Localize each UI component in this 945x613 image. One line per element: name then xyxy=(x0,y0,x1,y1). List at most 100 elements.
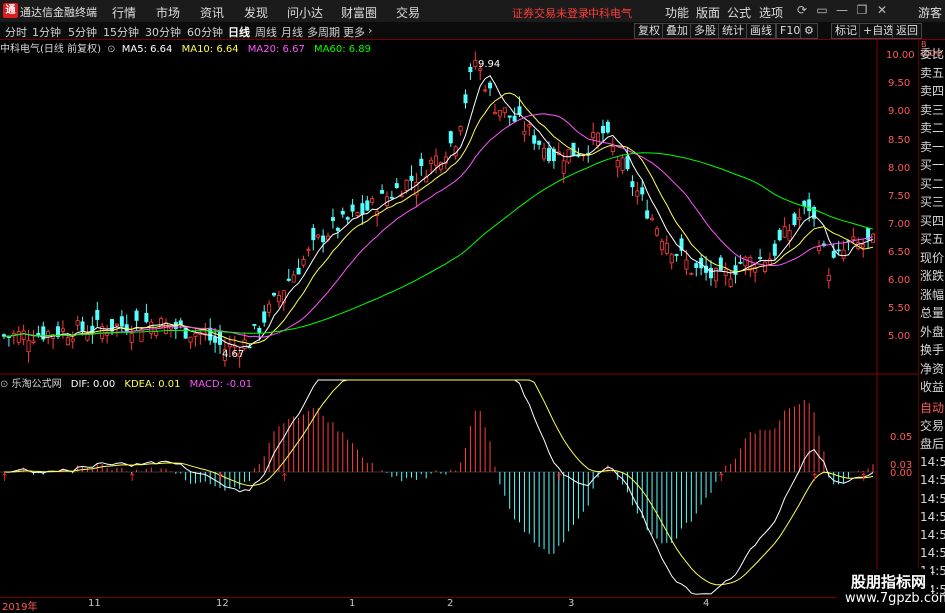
ma60-line xyxy=(3,152,874,337)
maximize-icon[interactable]: — xyxy=(834,2,850,18)
candle-body xyxy=(664,242,669,254)
signal-arrow-icon: ↑ xyxy=(859,471,868,484)
candle-body xyxy=(262,311,267,323)
candle-body xyxy=(777,229,782,241)
panel-label: 卖一 xyxy=(920,139,945,154)
close-icon[interactable]: ✕ xyxy=(874,2,890,18)
menu-ask[interactable]: 问小达 xyxy=(287,4,323,21)
app-title: 通达信金融终端 xyxy=(20,6,97,19)
menu-options[interactable]: 选项 xyxy=(759,4,783,21)
candle-body xyxy=(272,292,277,296)
high-price-label: 9.94 xyxy=(478,59,501,70)
candle-body xyxy=(654,228,659,236)
low-price-label: 4.67 xyxy=(222,349,245,360)
menu-wealth[interactable]: 财富圈 xyxy=(341,4,377,21)
restore-rights-button[interactable]: 复权 xyxy=(634,23,664,39)
tab-multi-period[interactable]: 多周期 xyxy=(307,24,340,40)
menu-news[interactable]: 资讯 xyxy=(200,4,224,21)
candle-body xyxy=(110,319,115,332)
candle-body xyxy=(321,235,326,243)
minimize-icon[interactable]: ▭ xyxy=(814,2,830,18)
ma10-line xyxy=(3,92,874,345)
candle-body xyxy=(497,110,502,117)
tab-monthly[interactable]: 月线 xyxy=(281,24,303,40)
restore-icon[interactable]: ❐ xyxy=(854,2,870,18)
tab-1min[interactable]: 1分钟 xyxy=(32,24,61,40)
candle-body xyxy=(60,328,65,332)
gear-icon[interactable]: ⚙ xyxy=(800,23,818,39)
price-tick: 5.00 xyxy=(888,331,911,342)
candle-body xyxy=(620,157,625,171)
candle-body xyxy=(429,159,434,164)
statistics-button[interactable]: 统计 xyxy=(718,23,748,39)
tab-60min[interactable]: 60分钟 xyxy=(187,24,223,40)
date-tick: 1 xyxy=(349,598,356,609)
tab-intraday[interactable]: 分时 xyxy=(5,24,27,40)
panel-label: 卖二 xyxy=(920,121,945,135)
tab-weekly[interactable]: 周线 xyxy=(255,24,277,40)
login-notice[interactable]: 证券交易未登录 xyxy=(512,5,589,21)
draw-line-button[interactable]: 画线 xyxy=(746,23,776,39)
more-dropdown-icon[interactable]: › xyxy=(368,24,372,37)
menu-function[interactable]: 功能 xyxy=(665,4,689,21)
tab-daily[interactable]: 日线 xyxy=(228,24,250,40)
candle-body xyxy=(743,256,748,267)
overlay-button[interactable]: 叠加 xyxy=(662,23,692,39)
menu-discover[interactable]: 发现 xyxy=(244,4,268,21)
period-toolbar: 分时 1分钟 5分钟 15分钟 30分钟 60分钟 日线 周线 月线 多周期 更… xyxy=(0,22,945,40)
panel-label: 涨幅 xyxy=(920,287,945,302)
candle-body xyxy=(591,132,596,138)
mark-button[interactable]: 标记 xyxy=(831,23,861,39)
candle-body xyxy=(792,213,797,225)
candle-body xyxy=(36,332,41,336)
candle-body xyxy=(566,149,571,163)
indicator-name[interactable]: 乐淘公式网 xyxy=(12,379,62,390)
panel-button[interactable]: 交易 xyxy=(920,418,945,434)
candle-body xyxy=(615,160,620,168)
panel-label: 卖四 xyxy=(920,84,945,98)
menu-bar: 通 通达信金融终端 行情 市场 资讯 发现 问小达 财富圈 交易 证券交易未登录… xyxy=(0,0,945,23)
multi-stock-button[interactable]: 多股 xyxy=(690,23,720,39)
menu-trade[interactable]: 交易 xyxy=(396,4,420,21)
candle-body xyxy=(306,248,311,251)
candle-body xyxy=(522,130,527,135)
menu-formula[interactable]: 公式 xyxy=(727,4,751,21)
candle-body xyxy=(718,257,723,271)
panel-label: 14:56 xyxy=(920,509,945,524)
signal-arrow-icon: ↑ xyxy=(0,471,9,484)
panel-label: 净资 xyxy=(920,361,945,376)
candle-body xyxy=(46,330,51,336)
tab-30min[interactable]: 30分钟 xyxy=(145,24,181,40)
candle-body xyxy=(468,66,473,73)
candle-body xyxy=(596,132,601,146)
candle-body xyxy=(802,200,807,207)
candle-body xyxy=(689,272,694,275)
candle-body xyxy=(826,275,831,281)
kdea-value: KDEA: 0.01 xyxy=(124,379,181,390)
candle-body xyxy=(512,115,517,122)
back-button[interactable]: 返回 xyxy=(892,23,922,39)
candle-body xyxy=(394,183,399,189)
candle-body xyxy=(286,278,291,281)
price-tick: 9.00 xyxy=(888,106,911,117)
candle-body xyxy=(31,340,36,343)
tab-5min[interactable]: 5分钟 xyxy=(68,24,97,40)
panel-label: 现价 xyxy=(920,250,945,265)
panel-button[interactable]: 盘后 xyxy=(920,436,945,452)
menu-layout[interactable]: 版面 xyxy=(696,4,720,21)
menu-market[interactable]: 市场 xyxy=(156,4,180,21)
guest-label[interactable]: 游客 xyxy=(918,4,942,21)
panel-button[interactable]: 自动 xyxy=(920,400,945,416)
kline-chart[interactable]: ↑ ↑ ↑ ↑ ↑ ↑ ↑ ↑ xyxy=(0,40,918,597)
menu-quotes[interactable]: 行情 xyxy=(112,4,136,21)
tab-more[interactable]: 更多 xyxy=(343,24,365,40)
panel-label: 换手 xyxy=(920,343,945,357)
sync-icon[interactable]: ⟳ xyxy=(794,2,810,18)
candle-body xyxy=(129,333,134,343)
tab-15min[interactable]: 15分钟 xyxy=(103,24,139,40)
candle-body xyxy=(630,181,635,188)
candle-body xyxy=(532,135,537,144)
gear-icon[interactable]: ⊙ xyxy=(0,379,8,390)
candle-body xyxy=(409,175,414,181)
panel-label: 买一 xyxy=(920,158,945,172)
